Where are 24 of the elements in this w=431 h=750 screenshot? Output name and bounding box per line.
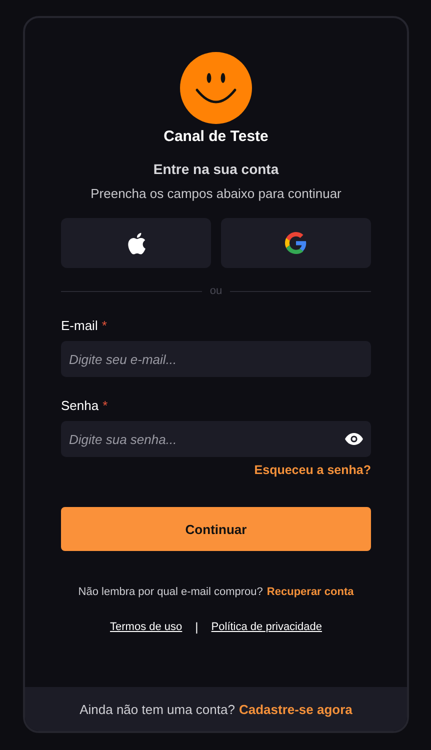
channel-name: Canal de Teste — [162, 128, 270, 145]
password-field[interactable]: Digite sua senha... — [61, 421, 371, 457]
field-label: E-mail — [61, 318, 98, 333]
continue-button[interactable]: Continuar — [61, 507, 371, 551]
legal-link[interactable]: Termos de uso — [110, 621, 182, 633]
smiley-logo-icon — [180, 52, 252, 124]
login-subheading: Preencha os campos abaixo para continuar — [90, 186, 342, 201]
signup-link[interactable]: Cadastre-se agora — [238, 702, 352, 716]
forgot-password-link[interactable]: Esqueceu a senha? — [254, 463, 371, 477]
link-separator: | — [195, 620, 198, 634]
required-mark: * — [102, 398, 108, 413]
show-password-icon[interactable] — [345, 433, 363, 445]
social-login-button[interactable] — [61, 218, 211, 268]
field-label: Senha — [61, 398, 99, 413]
recover-account-link[interactable]: Recuperar conta — [266, 586, 354, 598]
google-icon — [285, 232, 307, 254]
legal-link[interactable]: Política de privacidade — [211, 621, 322, 633]
required-mark: * — [102, 318, 107, 333]
divider-label: ou — [210, 285, 222, 297]
signup-prompt: Ainda não tem uma conta? — [80, 702, 235, 716]
recovery-prompt: Não lembra por qual e-mail comprou? — [78, 586, 263, 598]
email-field[interactable]: Digite seu e-mail... — [61, 341, 371, 377]
apple-icon — [125, 230, 147, 256]
login-heading: Entre na sua conta — [152, 161, 280, 177]
